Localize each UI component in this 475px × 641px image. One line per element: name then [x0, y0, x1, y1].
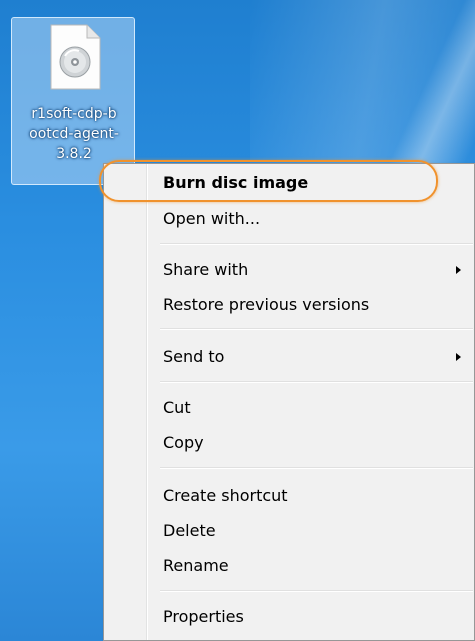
menu-separator	[160, 243, 473, 245]
menu-item-label: Restore previous versions	[163, 295, 370, 314]
menu-item-open-with[interactable]: Open with...	[159, 202, 473, 236]
menu-icon-gutter	[146, 164, 148, 640]
highlight-ring-annotation	[99, 160, 438, 202]
menu-separator	[160, 467, 473, 469]
menu-separator	[160, 381, 473, 383]
menu-item-create-shortcut[interactable]: Create shortcut	[159, 479, 473, 513]
submenu-arrow-icon	[456, 266, 461, 274]
menu-item-label: Delete	[163, 521, 216, 540]
menu-item-label: Share with	[163, 260, 249, 279]
menu-item-label: Cut	[163, 398, 191, 417]
menu-item-label: Open with...	[163, 209, 261, 228]
menu-item-rename[interactable]: Rename	[159, 549, 473, 583]
menu-item-label: Create shortcut	[163, 486, 288, 505]
menu-separator	[160, 590, 473, 592]
menu-item-label: Properties	[163, 607, 244, 626]
menu-item-copy[interactable]: Copy	[159, 426, 473, 460]
menu-item-label: Copy	[163, 433, 204, 452]
context-menu: Burn disc image Open with... Share with …	[103, 163, 475, 641]
file-name-label: r1soft-cdp-b ootcd-agent- 3.8.2	[29, 106, 119, 162]
submenu-arrow-icon	[456, 353, 461, 361]
menu-item-cut[interactable]: Cut	[159, 391, 473, 425]
menu-item-label: Rename	[163, 556, 229, 575]
disc-image-file-icon	[50, 24, 101, 90]
menu-item-restore-previous-versions[interactable]: Restore previous versions	[159, 288, 473, 322]
menu-item-properties[interactable]: Properties	[159, 600, 473, 634]
menu-item-share-with[interactable]: Share with	[159, 253, 473, 287]
menu-separator	[160, 328, 473, 330]
menu-item-label: Send to	[163, 347, 225, 366]
menu-item-delete[interactable]: Delete	[159, 514, 473, 548]
menu-item-send-to[interactable]: Send to	[159, 340, 473, 374]
